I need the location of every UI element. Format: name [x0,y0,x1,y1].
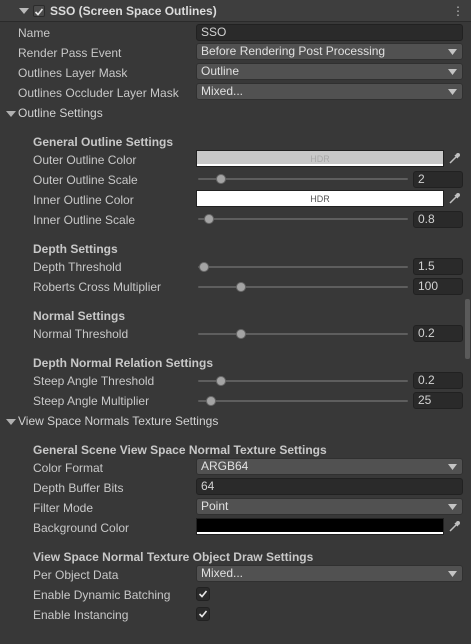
outer-outline-color-swatch[interactable]: HDR [196,150,444,167]
depth-threshold-label: Depth Threshold [33,260,122,274]
hdr-badge: HDR [310,194,330,204]
foldout-expanded-icon[interactable] [6,109,16,119]
roberts-cross-multiplier-input[interactable]: 100 [413,278,463,295]
roberts-cross-multiplier-label: Roberts Cross Multiplier [33,280,162,294]
component-header[interactable]: SSO (Screen Space Outlines) ⋮ [0,0,471,22]
depth-normal-relation-header: Depth Normal Relation Settings [33,356,214,370]
outlines-layer-mask-value: Outline [201,64,240,78]
alpha-bar [197,532,443,534]
eyedropper-icon[interactable] [446,518,462,535]
scrollbar[interactable] [465,299,470,359]
slider-track[interactable] [198,400,408,402]
inspector-panel: SSO (Screen Space Outlines) ⋮ Name SSO R… [0,0,471,644]
general-outline-settings-header: General Outline Settings [33,135,174,149]
name-input[interactable]: SSO [196,24,463,41]
depth-buffer-bits-input[interactable]: 64 [196,478,463,495]
dynamic-batching-label: Enable Dynamic Batching [33,588,171,602]
normal-threshold-label: Normal Threshold [33,327,129,341]
slider-track[interactable] [198,178,408,180]
kebab-menu-icon[interactable]: ⋮ [452,4,464,18]
background-color-swatch[interactable] [196,518,444,535]
outlines-occluder-layer-mask-dropdown[interactable]: Mixed... [196,83,463,100]
slider-track[interactable] [198,286,408,288]
component-title: SSO (Screen Space Outlines) [50,4,217,18]
per-object-data-label: Per Object Data [33,568,119,582]
outer-outline-scale-input[interactable]: 2 [413,171,463,188]
chevron-down-icon [448,49,457,55]
chevron-down-icon [448,504,457,510]
outer-outline-scale-label: Outer Outline Scale [33,173,138,187]
filter-mode-value: Point [201,499,229,513]
chevron-down-icon [448,464,457,470]
foldout-expanded-icon[interactable] [6,417,16,427]
chevron-down-icon [448,89,457,95]
object-draw-settings-header: View Space Normal Texture Object Draw Se… [33,550,314,564]
per-object-data-value: Mixed... [201,566,244,580]
foldout-triangle-icon[interactable] [18,5,30,17]
filter-mode-label: Filter Mode [33,501,94,515]
normal-settings-header: Normal Settings [33,309,126,323]
outlines-occluder-layer-mask-value: Mixed... [201,84,244,98]
chevron-down-icon [448,571,457,577]
outlines-layer-mask-dropdown[interactable]: Outline [196,63,463,80]
depth-settings-header: Depth Settings [33,242,118,256]
inner-outline-color-swatch[interactable]: HDR [196,190,444,207]
render-pass-event-label: Render Pass Event [18,46,122,60]
steep-angle-threshold-label: Steep Angle Threshold [33,374,155,388]
outlines-occluder-layer-mask-label: Outlines Occluder Layer Mask [18,86,179,100]
instancing-checkbox[interactable] [196,607,210,621]
eyedropper-icon[interactable] [446,150,462,167]
steep-angle-multiplier-label: Steep Angle Multiplier [33,394,150,408]
color-format-value: ARGB64 [201,459,249,473]
steep-angle-multiplier-input[interactable]: 25 [413,392,463,409]
component-enabled-checkbox[interactable] [33,5,45,17]
inner-outline-scale-label: Inner Outline Scale [33,213,136,227]
chevron-down-icon [448,69,457,75]
slider-thumb[interactable] [216,174,226,184]
dynamic-batching-checkbox[interactable] [196,587,210,601]
outlines-layer-mask-label: Outlines Layer Mask [18,66,128,80]
inner-outline-color-label: Inner Outline Color [33,193,134,207]
slider-track[interactable] [198,380,408,382]
checkmark-icon [198,590,208,598]
outer-outline-color-label: Outer Outline Color [33,153,137,167]
slider-thumb[interactable] [236,329,246,339]
render-pass-event-value: Before Rendering Post Processing [201,44,386,58]
slider-track[interactable] [198,218,408,220]
color-format-label: Color Format [33,461,104,475]
slider-thumb[interactable] [236,282,246,292]
color-format-dropdown[interactable]: ARGB64 [196,458,463,475]
steep-angle-threshold-input[interactable]: 0.2 [413,372,463,389]
checkmark-icon [34,8,44,16]
normal-threshold-input[interactable]: 0.2 [413,325,463,342]
instancing-label: Enable Instancing [33,608,129,622]
slider-thumb[interactable] [204,214,214,224]
normals-texture-settings-foldout[interactable]: View Space Normals Texture Settings [18,414,218,428]
general-normal-texture-header: General Scene View Space Normal Texture … [33,443,327,457]
checkmark-icon [198,610,208,618]
name-label: Name [18,26,51,40]
eyedropper-icon[interactable] [446,190,462,207]
inner-outline-scale-input[interactable]: 0.8 [413,211,463,228]
alpha-bar [197,164,443,166]
render-pass-event-dropdown[interactable]: Before Rendering Post Processing [196,43,463,60]
slider-thumb[interactable] [206,396,216,406]
depth-threshold-input[interactable]: 1.5 [413,258,463,275]
per-object-data-dropdown[interactable]: Mixed... [196,565,463,582]
filter-mode-dropdown[interactable]: Point [196,498,463,515]
slider-thumb[interactable] [199,262,209,272]
slider-thumb[interactable] [216,376,226,386]
background-color-label: Background Color [33,521,130,535]
depth-buffer-bits-label: Depth Buffer Bits [33,481,124,495]
slider-track[interactable] [198,333,408,335]
slider-track[interactable] [198,266,408,268]
outline-settings-foldout[interactable]: Outline Settings [18,106,103,120]
